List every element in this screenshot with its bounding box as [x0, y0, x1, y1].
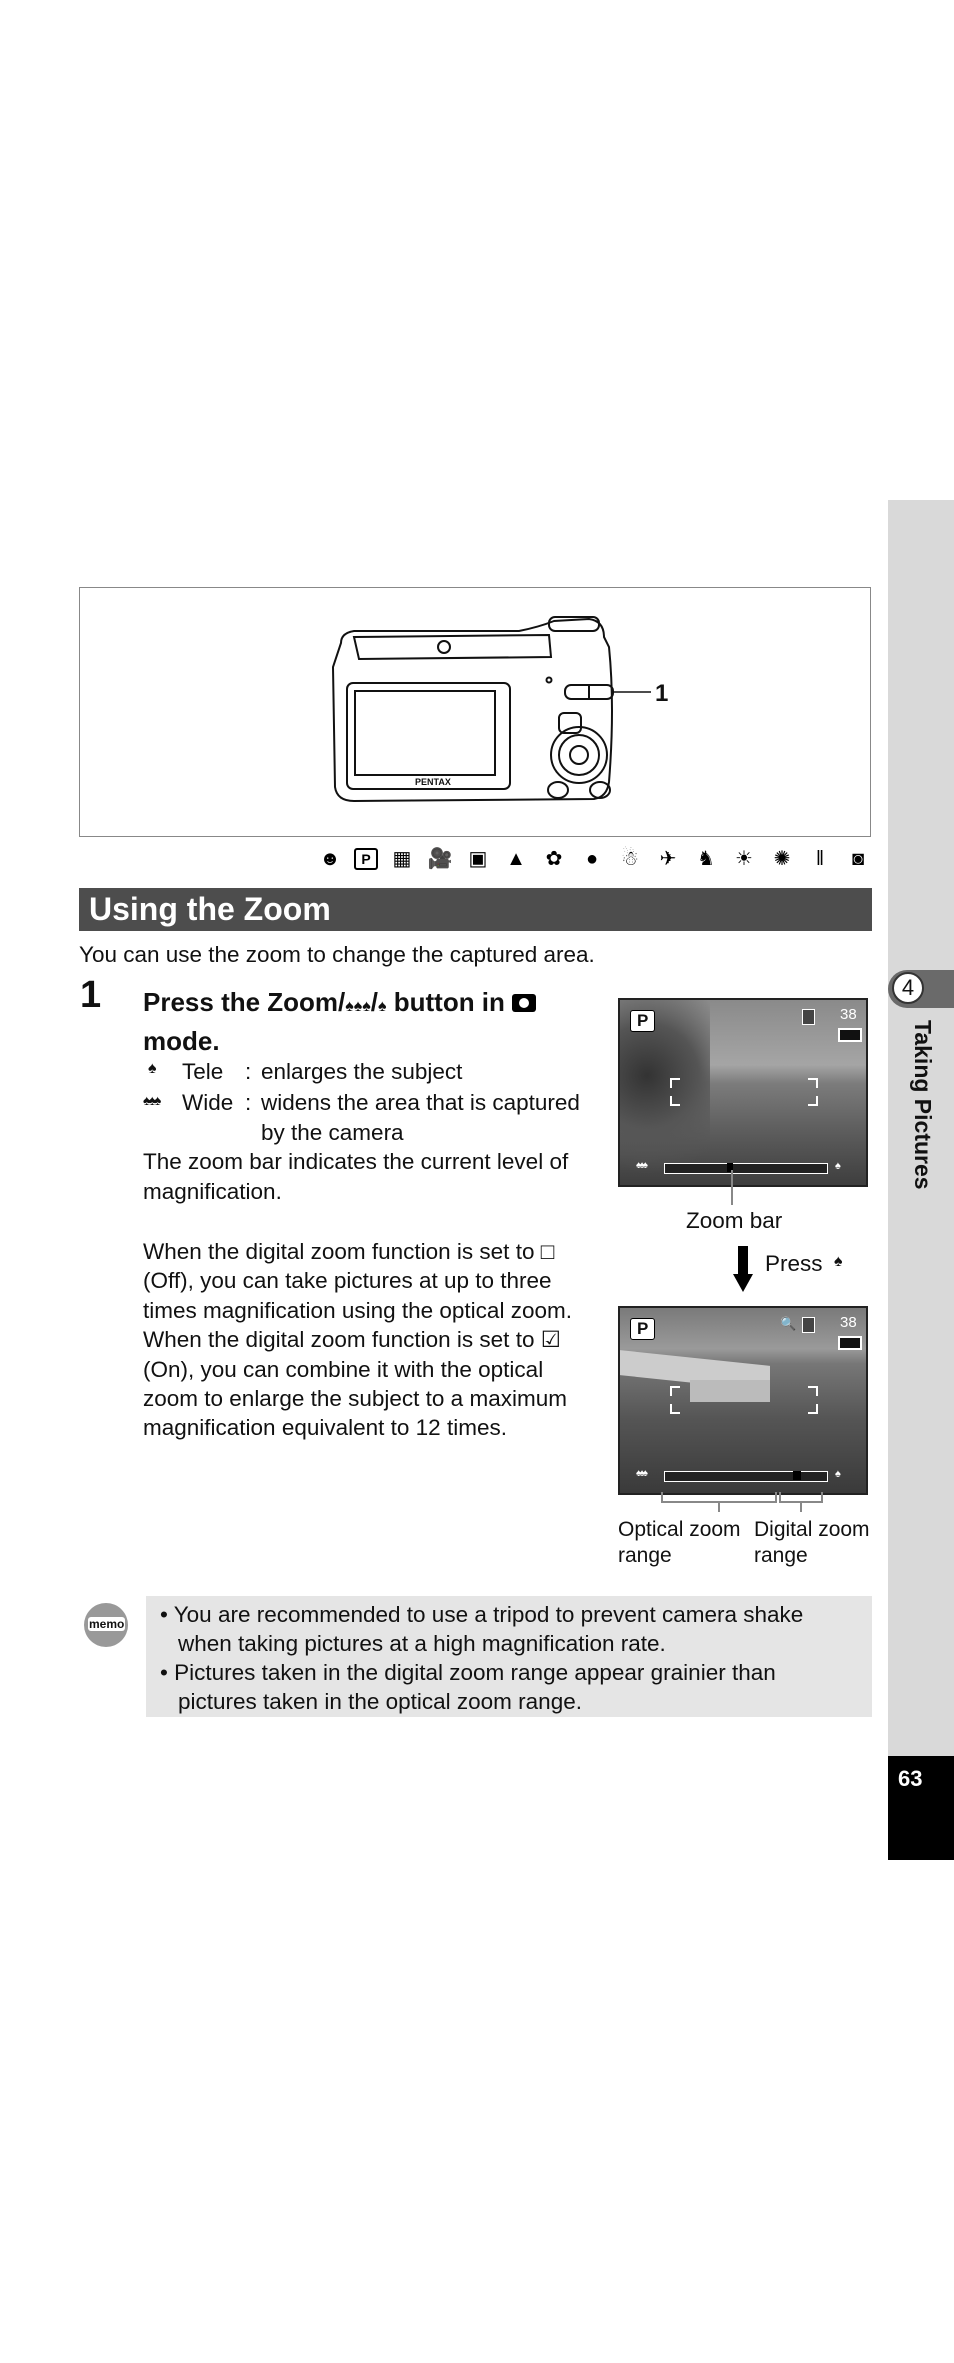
digital-zoom-label-cont: range	[754, 1544, 808, 1567]
wide-description-cont: by the camera	[261, 1120, 404, 1145]
mode-badge: P	[630, 1010, 656, 1032]
shots-remaining: 38	[840, 1006, 857, 1023]
tele-description: enlarges the subject	[261, 1059, 463, 1084]
mode-badge: P	[630, 1318, 656, 1340]
lcd-screen-tele: P 🔍 38 ♠♠♠ ♠	[618, 1306, 868, 1495]
focus-frame-corner	[808, 1404, 818, 1414]
wide-icon: ♠♠♠	[143, 1092, 161, 1108]
section-title: Using the Zoom	[79, 888, 872, 931]
colon: :	[245, 1090, 252, 1115]
camera-back-illustration	[331, 616, 651, 803]
wide-icon: ♠♠♠	[345, 998, 371, 1015]
page-number: 63	[888, 1756, 954, 1860]
tele-icon: ♠	[148, 1060, 157, 1077]
focus-frame-corner	[808, 1386, 818, 1396]
digital-sr-icon: ◙	[851, 848, 865, 870]
memory-card-icon	[802, 1009, 815, 1025]
step-number: 1	[80, 974, 102, 1016]
chapter-title: Taking Pictures	[910, 1020, 936, 1190]
intro-text: You can use the zoom to change the captu…	[79, 942, 595, 967]
smile-icon: ☻	[319, 848, 341, 870]
frame-heart-icon: ▣	[468, 848, 488, 870]
battery-icon	[838, 1336, 862, 1350]
focus-frame-corner	[670, 1404, 680, 1414]
zoom-bar-label: Zoom bar	[686, 1208, 783, 1233]
step-title: Press the Zoom/♠♠♠/♠ button in mode.	[143, 985, 603, 1058]
chapter-number: 4	[892, 972, 924, 1004]
memo-box: • You are recommended to use a tripod to…	[146, 1596, 872, 1717]
p-mode-icon: P	[354, 848, 378, 870]
camera-mode-icon	[512, 994, 537, 1012]
focus-frame-corner	[670, 1096, 680, 1106]
zoom-bar	[664, 1163, 828, 1174]
focus-frame-corner	[670, 1386, 680, 1396]
press-label: Press	[765, 1251, 823, 1276]
landscape-icon: ▲	[506, 848, 526, 870]
wide-icon: ♠♠♠	[636, 1160, 648, 1171]
optical-zoom-label-cont: range	[618, 1544, 672, 1567]
colon: :	[245, 1059, 252, 1084]
zoom-bar-text-cont: magnification.	[143, 1179, 282, 1204]
digital-zoom-paragraph: When the digital zoom function is set to…	[143, 1239, 572, 1441]
boat	[690, 1380, 770, 1402]
focus-frame-corner	[670, 1078, 680, 1088]
tele-icon: ♠	[835, 1160, 841, 1172]
wide-icon: ♠♠♠	[636, 1468, 648, 1479]
fireworks-icon: ✺	[773, 848, 791, 870]
sport-icon: ✈	[659, 848, 677, 870]
battery-icon	[838, 1028, 862, 1042]
zoom-bar-indicator	[793, 1471, 801, 1480]
zoom-bar-leader-line	[731, 1170, 733, 1205]
callout-label: 1	[655, 680, 669, 707]
memo-icon: memo	[84, 1603, 128, 1647]
shots-remaining: 38	[840, 1314, 857, 1331]
down-arrow-head	[733, 1274, 753, 1292]
memo-item: • You are recommended to use a tripod to…	[160, 1602, 804, 1657]
lcd-screen-wide: P 38 ♠♠♠ ♠	[618, 998, 868, 1187]
digital-zoom-magnifier-icon: 🔍	[780, 1316, 797, 1331]
camera-figure: PENTAX 1	[79, 587, 871, 837]
food-icon: ‖	[815, 848, 825, 870]
down-arrow-icon	[738, 1246, 748, 1276]
zoom-bar-text: The zoom bar indicates the current level…	[143, 1149, 569, 1174]
flower-icon: ✿	[545, 848, 563, 870]
movie-icon: 🎥	[427, 848, 453, 870]
focus-frame-corner	[808, 1078, 818, 1088]
tele-icon: ♠	[834, 1253, 843, 1270]
brand-logo: PENTAX	[415, 777, 451, 787]
tele-icon: ♠	[378, 998, 387, 1015]
portrait-icon: ●	[585, 848, 599, 870]
memo-item: • Pictures taken in the digital zoom ran…	[160, 1660, 776, 1715]
pet-icon: ♞	[697, 848, 715, 870]
tele-label: Tele	[182, 1059, 224, 1084]
snow-icon: ☃	[621, 848, 639, 870]
digital-zoom-label: Digital zoom	[754, 1518, 870, 1541]
memory-card-icon	[802, 1317, 815, 1333]
mode-icons-row: ☻ P ▦ 🎥 ▣ ▲ ✿ ● ☃ ✈ ♞ ☀ ✺ ‖ ◙	[316, 845, 872, 873]
zoom-bar	[664, 1471, 828, 1482]
wide-description: widens the area that is captured	[261, 1090, 580, 1115]
sunset-icon: ☀	[735, 848, 753, 870]
focus-frame-corner	[808, 1096, 818, 1106]
wide-label: Wide	[182, 1090, 234, 1115]
night-scene-icon: ▦	[392, 848, 412, 870]
optical-zoom-label: Optical zoom	[618, 1518, 741, 1541]
tele-icon: ♠	[835, 1468, 841, 1480]
